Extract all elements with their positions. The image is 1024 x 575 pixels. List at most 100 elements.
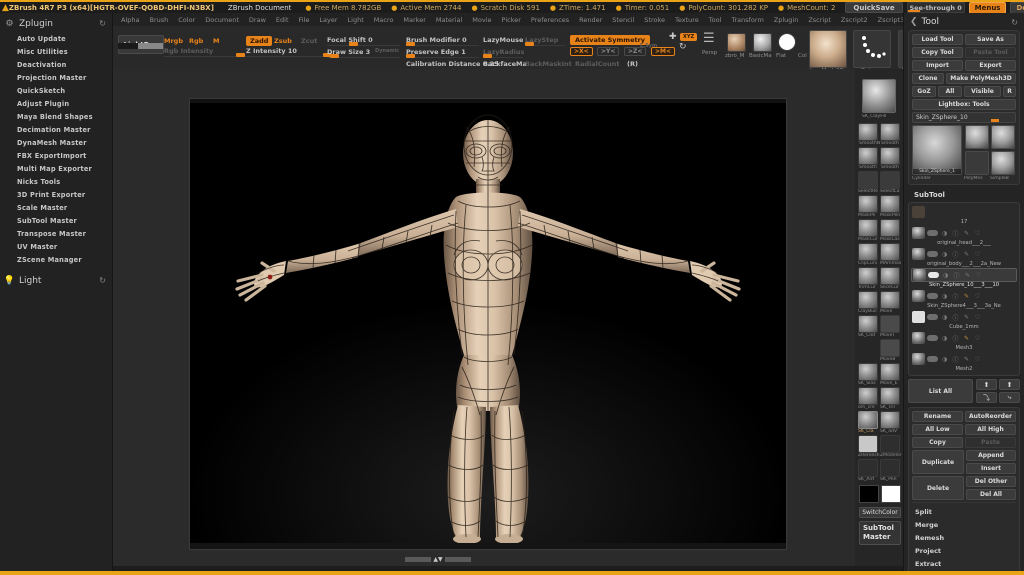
subtool-visibility-toggle-zsphere4[interactable] <box>927 293 938 299</box>
menu-item-movie[interactable]: Movie <box>468 15 495 25</box>
brush-sk-slas[interactable] <box>858 363 878 381</box>
lsym-label[interactable]: L.Sym <box>640 43 657 49</box>
brush-smooth-1[interactable] <box>880 123 900 141</box>
subtool-brush-icon-body[interactable]: ✎ <box>962 250 971 259</box>
subtool-eye-icon-zsphere4[interactable]: ◑ <box>940 292 949 301</box>
brush-smooth-2[interactable] <box>858 147 878 165</box>
back-chevron-icon[interactable]: ❮ <box>910 17 918 27</box>
menu-item-texture[interactable]: Texture <box>671 15 703 25</box>
subtool-shield-icon-zsphere4[interactable]: ♡ <box>973 292 982 301</box>
menu-item-material[interactable]: Material <box>432 15 466 25</box>
subtool-shield-icon-mesh3[interactable]: ♡ <box>973 334 982 343</box>
menu-item-stroke[interactable]: Stroke <box>640 15 669 25</box>
brush-om-cre[interactable] <box>858 387 878 405</box>
rgb-intensity-knob[interactable] <box>236 53 245 57</box>
canvas-scroll-left[interactable] <box>405 556 432 562</box>
sidebar-item-dynamesh-master[interactable]: DynaMesh Master <box>0 136 112 149</box>
sidebar-item-auto-update[interactable]: Auto Update <box>0 32 112 45</box>
rgb-button[interactable]: Rgb <box>189 37 203 45</box>
brush-sk-trir[interactable] <box>880 387 900 405</box>
export-button[interactable]: Export <box>965 60 1016 71</box>
menu-item-zplugin[interactable]: Zplugin <box>770 15 803 25</box>
subtool-brush-icon-mesh2[interactable]: ✎ <box>962 355 971 364</box>
menu-item-macro[interactable]: Macro <box>370 15 398 25</box>
brush-move-e[interactable] <box>880 363 900 381</box>
subtool-info-icon-cube[interactable]: ⓘ <box>951 313 960 322</box>
split-button[interactable]: Split <box>915 505 1016 518</box>
brush-clipcurv[interactable] <box>858 243 878 261</box>
menu-item-document[interactable]: Document <box>201 15 243 25</box>
sidebar-header-light[interactable]: 💡 Light ↻ <box>0 272 112 289</box>
document-canvas[interactable] <box>189 98 787 550</box>
rotate-icon[interactable]: ↻ <box>679 42 687 52</box>
sidebar-item-subtool-master[interactable]: SubTool Master <box>0 214 112 227</box>
subtool-row-mesh3[interactable]: ◑ ⓘ ✎ ♡ <box>911 331 1017 345</box>
focal-shift-track[interactable] <box>327 45 400 46</box>
current-tool-field[interactable]: Skin_ZSphere_10 <box>912 112 1016 123</box>
menu-item-file[interactable]: File <box>295 15 314 25</box>
brush-smoothn[interactable] <box>858 123 878 141</box>
flat-color-icon[interactable] <box>778 33 796 51</box>
paste-tool-button[interactable]: Paste Tool <box>965 47 1016 58</box>
brush-maskpen[interactable] <box>880 195 900 213</box>
subtool-info-icon[interactable]: ⓘ <box>951 229 960 238</box>
menu-item-transform[interactable]: Transform <box>727 15 767 25</box>
subtool-row-head[interactable]: ◑ ⓘ ✎ ♡ <box>911 226 1017 240</box>
subtool-row-selected[interactable]: ◑ ⓘ ✎ ♡ <box>911 268 1017 282</box>
brush-sk-cla[interactable] <box>858 411 878 429</box>
brush-zmodeler[interactable] <box>880 435 900 453</box>
subtool-info-icon-zsphere4[interactable]: ⓘ <box>951 292 960 301</box>
lazymouse-button[interactable]: LazyMouse <box>483 36 523 44</box>
material-swatch-basic[interactable] <box>753 33 772 52</box>
subtool-visibility-toggle-body[interactable] <box>927 251 938 257</box>
tool-thumb-simpleb[interactable] <box>965 151 989 175</box>
menu-item-layer[interactable]: Layer <box>315 15 341 25</box>
symmetry-x-button[interactable]: >X< <box>570 47 593 56</box>
goz-button[interactable]: GoZ <box>912 86 936 97</box>
brush-maskpe[interactable] <box>858 195 878 213</box>
brush-modifier-knob[interactable] <box>406 42 415 46</box>
subtool-master-button[interactable]: SubTool Master <box>859 521 901 545</box>
brush-movet[interactable] <box>880 315 900 333</box>
subtool-move-down-button[interactable]: ⤵ <box>976 392 997 403</box>
delete-button[interactable]: Delete <box>912 476 964 500</box>
subtool-row-count[interactable] <box>911 205 1017 219</box>
radialcount-label[interactable]: RadialCount <box>575 60 619 68</box>
subtool-move-up-button[interactable]: ⬆ <box>976 379 997 390</box>
menu-item-picker[interactable]: Picker <box>498 15 525 25</box>
brush-smooth-3[interactable] <box>880 147 900 165</box>
make-polymesh3d-button[interactable]: Make PolyMesh3D <box>946 73 1016 84</box>
stroke-preview-thumbnail[interactable] <box>853 30 891 68</box>
sidebar-item-deactivation[interactable]: Deactivation <box>0 58 112 71</box>
subtool-eye-icon-body[interactable]: ◑ <box>940 250 949 259</box>
m-button[interactable]: M <box>213 37 219 45</box>
sidebar-item-maya-blend-shapes[interactable]: Maya Blend Shapes <box>0 110 112 123</box>
menu-item-preferences[interactable]: Preferences <box>527 15 573 25</box>
preserve-edge-track[interactable] <box>406 57 479 58</box>
all-high-button[interactable]: All High <box>965 424 1016 435</box>
save-as-button[interactable]: Save As <box>965 34 1016 45</box>
subtool-brush-icon-cube[interactable]: ✎ <box>962 313 971 322</box>
shelf-horizontal-scrollbar[interactable] <box>118 43 163 49</box>
sidebar-item-uv-master[interactable]: UV Master <box>0 240 112 253</box>
menu-item-draw[interactable]: Draw <box>245 15 270 25</box>
copy-tool-button[interactable]: Copy Tool <box>912 47 963 58</box>
subtool-info-icon-mesh3[interactable]: ⓘ <box>951 334 960 343</box>
brush-selectre[interactable] <box>858 171 878 189</box>
mrgb-button[interactable]: Mrgb <box>164 37 183 45</box>
subtool-shield-icon-selected[interactable]: ♡ <box>974 271 983 280</box>
brush-moveb[interactable] <box>880 339 900 357</box>
tool-thumb-skin-zs[interactable] <box>991 151 1015 175</box>
menu-item-zscript[interactable]: Zscript <box>804 15 835 25</box>
sidebar-item-transpose-master[interactable]: Transpose Master <box>0 227 112 240</box>
backmaskint-label[interactable]: BackMaskInt <box>525 60 572 68</box>
sidebar-item-quicksketch[interactable]: QuickSketch <box>0 84 112 97</box>
move-axis-icon[interactable]: ✚ <box>669 32 677 42</box>
load-tool-button[interactable]: Load Tool <box>912 34 963 45</box>
brush-sk-adv[interactable] <box>880 411 900 429</box>
subtool-info-icon-mesh2[interactable]: ⓘ <box>951 355 960 364</box>
append-button[interactable]: Append <box>966 450 1016 461</box>
subtool-eye-icon-selected[interactable]: ◑ <box>941 271 950 280</box>
subtool-shield-icon-body[interactable]: ♡ <box>973 250 982 259</box>
subtool-visibility-toggle-mesh3[interactable] <box>927 335 938 341</box>
